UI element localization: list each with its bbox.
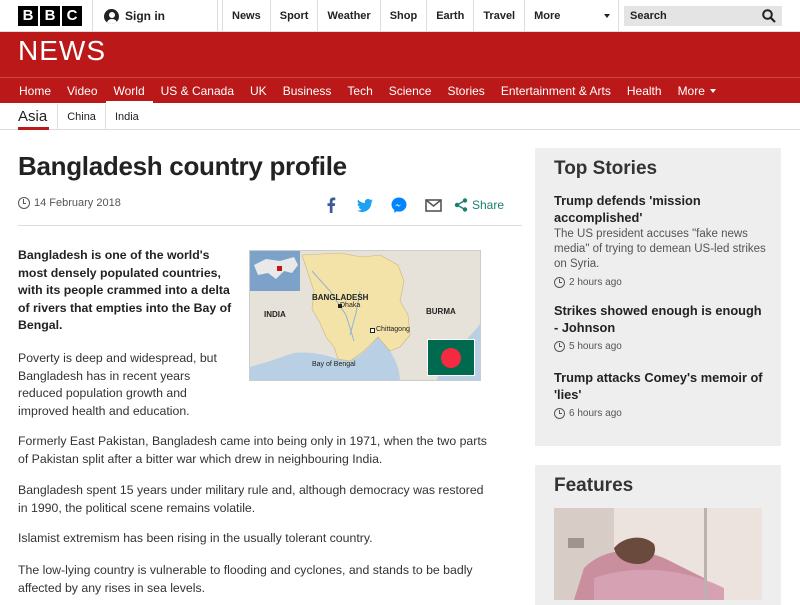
top-stories-heading: Top Stories <box>554 158 658 179</box>
story-time: 6 hours ago <box>569 408 622 419</box>
nav-home[interactable]: Home <box>11 78 59 103</box>
article-paragraph: Islamist extremism has been rising in th… <box>18 531 373 545</box>
story-headline[interactable]: Strikes showed enough is enough - Johnso… <box>554 302 766 336</box>
search-icon[interactable] <box>762 9 776 23</box>
story-headline[interactable]: Trump attacks Comey's memoir of 'lies' <box>554 369 766 403</box>
map-label-capital: Dhaka <box>340 302 361 309</box>
chevron-down-icon <box>709 88 716 93</box>
search-placeholder: Search <box>630 10 667 22</box>
story-headline[interactable]: Trump defends 'mission accomplished' <box>554 192 766 226</box>
story-timestamp: 2 hours ago <box>554 277 766 288</box>
bbc-logo-letter: B <box>18 6 38 26</box>
nav-entertainment-arts[interactable]: Entertainment & Arts <box>493 78 619 103</box>
news-main-nav: Home Video World US & Canada UK Business… <box>0 77 800 104</box>
more-label: More <box>534 10 561 22</box>
bangladesh-flag <box>427 339 475 376</box>
nav-business[interactable]: Business <box>275 78 340 103</box>
nav-health[interactable]: Health <box>619 78 670 103</box>
features-heading: Features <box>554 475 634 496</box>
bbc-logo-letter: B <box>40 6 60 26</box>
story-timestamp: 5 hours ago <box>554 341 766 352</box>
user-icon <box>104 8 119 24</box>
bangladesh-map: BANGLADESH INDIA BURMA Dhaka Chittagong … <box>249 250 481 381</box>
global-nav-earth[interactable]: Earth <box>427 0 475 32</box>
sign-in-label: Sign in <box>125 9 165 23</box>
bbc-logo-letter: C <box>62 6 82 26</box>
global-nav-sport[interactable]: Sport <box>271 0 319 32</box>
facebook-icon[interactable] <box>322 196 340 214</box>
story-time: 2 hours ago <box>569 277 622 288</box>
subnav-asia[interactable]: Asia <box>18 104 59 130</box>
story-item[interactable]: Trump defends 'mission accomplished' The… <box>554 192 766 288</box>
story-summary: The US president accuses "fake news medi… <box>554 228 766 270</box>
sign-in-link[interactable]: Sign in <box>92 0 218 32</box>
feature-image[interactable] <box>554 508 762 600</box>
nav-more-label: More <box>677 83 705 98</box>
article-lead: Bangladesh is one of the world's most de… <box>18 248 232 332</box>
article-paragraph: The low-lying country is vulnerable to f… <box>18 563 473 595</box>
clock-icon <box>554 277 565 288</box>
story-item[interactable]: Strikes showed enough is enough - Johnso… <box>554 302 766 352</box>
nav-us-canada[interactable]: US & Canada <box>153 78 242 103</box>
map-label-india: INDIA <box>264 310 286 319</box>
article-paragraph: Poverty is deep and widespread, but Bang… <box>18 351 217 418</box>
divider <box>18 225 522 226</box>
nav-uk[interactable]: UK <box>242 78 275 103</box>
map-label-city: Chittagong <box>376 326 410 333</box>
global-nav: News Sport Weather Shop Earth Travel Mor… <box>222 0 620 32</box>
article-paragraph: Formerly East Pakistan, Bangladesh came … <box>18 434 487 466</box>
news-logo[interactable]: NEWS <box>18 37 106 65</box>
global-nav-travel[interactable]: Travel <box>474 0 526 32</box>
nav-stories[interactable]: Stories <box>439 78 492 103</box>
subnav-india[interactable]: India <box>106 104 148 129</box>
clock-icon <box>18 197 30 209</box>
map-label-sea: Bay of Bengal <box>312 361 356 368</box>
article-date: 14 February 2018 <box>18 197 121 209</box>
city-marker <box>370 328 375 333</box>
nav-science[interactable]: Science <box>381 78 440 103</box>
chevron-down-icon <box>604 14 611 18</box>
story-time: 5 hours ago <box>569 341 622 352</box>
clock-icon <box>554 408 565 419</box>
share-label: Share <box>472 198 505 212</box>
section-subnav: Asia China India <box>0 104 800 130</box>
story-item[interactable]: Trump attacks Comey's memoir of 'lies' 6… <box>554 369 766 419</box>
capital-marker <box>338 304 342 308</box>
search-input[interactable]: Search <box>624 6 782 26</box>
nav-tech[interactable]: Tech <box>339 78 380 103</box>
global-nav-more-button[interactable]: More <box>525 0 620 32</box>
email-icon[interactable] <box>424 196 442 214</box>
share-icon <box>454 198 468 212</box>
map-label-country: BANGLADESH <box>312 293 369 302</box>
messenger-icon[interactable] <box>390 196 408 214</box>
nav-video[interactable]: Video <box>59 78 105 103</box>
locator-inset <box>250 251 300 291</box>
date-text: 14 February 2018 <box>34 197 121 209</box>
story-timestamp: 6 hours ago <box>554 408 766 419</box>
article-paragraph: Bangladesh spent 15 years under military… <box>18 483 484 515</box>
global-nav-weather[interactable]: Weather <box>318 0 381 32</box>
twitter-icon[interactable] <box>356 196 374 214</box>
map-label-burma: BURMA <box>426 307 456 316</box>
page-title: Bangladesh country profile <box>18 151 347 181</box>
bbc-logo[interactable]: B B C <box>18 6 82 26</box>
clock-icon <box>554 341 565 352</box>
share-button[interactable]: Share <box>454 198 504 212</box>
subnav-china[interactable]: China <box>58 104 106 129</box>
global-nav-news[interactable]: News <box>222 0 271 32</box>
global-top-bar: B B C Sign in News Sport Weather Shop Ea… <box>0 0 800 32</box>
global-nav-shop[interactable]: Shop <box>381 0 428 32</box>
share-tools: Share <box>322 195 504 215</box>
nav-more-button[interactable]: More <box>670 78 724 103</box>
nav-world[interactable]: World <box>105 78 153 104</box>
